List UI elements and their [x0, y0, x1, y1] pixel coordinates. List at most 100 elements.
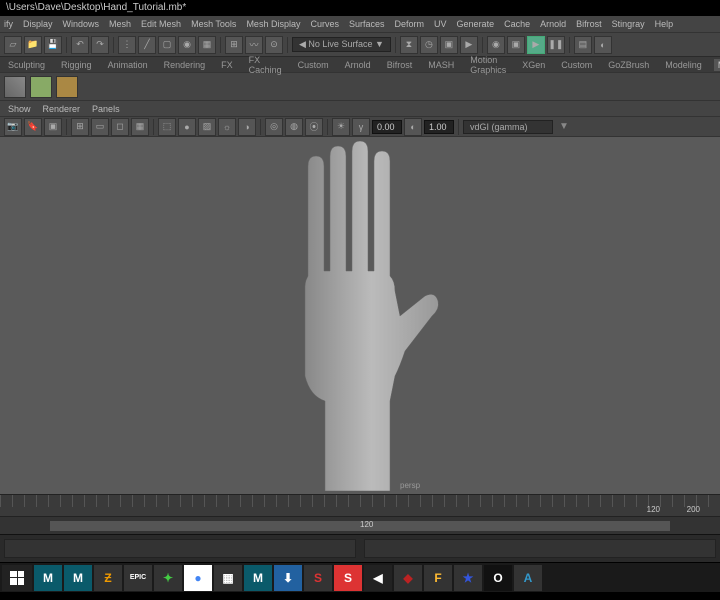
save-scene-icon[interactable]: 💾	[44, 36, 62, 54]
isolate-icon[interactable]: ◎	[265, 118, 283, 136]
shelf-tab-rigging[interactable]: Rigging	[57, 59, 96, 71]
menu-ify[interactable]: ify	[4, 19, 13, 29]
taskbar-app[interactable]: S	[304, 565, 332, 591]
shelf-tab-bifrost[interactable]: Bifrost	[383, 59, 417, 71]
render-icon[interactable]: ▶	[460, 36, 478, 54]
taskbar-app[interactable]: ●	[184, 565, 212, 591]
playback-left-panel[interactable]	[4, 539, 356, 558]
layout-icon[interactable]: ▤	[574, 36, 592, 54]
taskbar-app[interactable]: M	[244, 565, 272, 591]
xray-icon[interactable]: ◍	[285, 118, 303, 136]
pause-icon[interactable]: ❚❚	[547, 36, 565, 54]
lights-icon[interactable]: ☼	[218, 118, 236, 136]
gate-mask-icon[interactable]: ▦	[131, 118, 149, 136]
taskbar-app[interactable]: A	[514, 565, 542, 591]
select-face-icon[interactable]: ▢	[158, 36, 176, 54]
taskbar-app[interactable]: S	[334, 565, 362, 591]
render-view-icon[interactable]: ▶	[527, 36, 545, 54]
range-bar[interactable]: 120	[50, 521, 670, 531]
playback-right-panel[interactable]	[364, 539, 716, 558]
panel-menu-panels[interactable]: Panels	[92, 104, 120, 114]
menu-mesh-display[interactable]: Mesh Display	[246, 19, 300, 29]
taskbar-app[interactable]: M	[64, 565, 92, 591]
shelf-tab-fx caching[interactable]: FX Caching	[245, 54, 286, 76]
live-surface-dropdown[interactable]: ◀ No Live Surface ▼	[292, 37, 391, 52]
taskbar-app[interactable]: ✦	[154, 565, 182, 591]
ipr-icon[interactable]: ◉	[487, 36, 505, 54]
gamma-icon[interactable]: γ	[352, 118, 370, 136]
menu-mesh-tools[interactable]: Mesh Tools	[191, 19, 236, 29]
image-plane-icon[interactable]: ▣	[44, 118, 62, 136]
menu-mesh[interactable]: Mesh	[109, 19, 131, 29]
new-scene-icon[interactable]: ▱	[4, 36, 22, 54]
textured-icon[interactable]: ▨	[198, 118, 216, 136]
taskbar-app[interactable]: M	[34, 565, 62, 591]
shelf-tab-modeling[interactable]: Modeling	[661, 59, 706, 71]
select-edge-icon[interactable]: ╱	[138, 36, 156, 54]
taskbar-app[interactable]: F	[424, 565, 452, 591]
open-scene-icon[interactable]: 📁	[24, 36, 42, 54]
exposure-field[interactable]	[372, 120, 402, 134]
shelf-tab-animation[interactable]: Animation	[104, 59, 152, 71]
shelf-tab-arnold[interactable]: Arnold	[341, 59, 375, 71]
shelf-tab-fx[interactable]: FX	[217, 59, 237, 71]
range-slider[interactable]: 120	[0, 516, 720, 534]
grid-toggle-icon[interactable]: ⊞	[71, 118, 89, 136]
panel-menu-show[interactable]: Show	[8, 104, 31, 114]
gamma-field[interactable]	[424, 120, 454, 134]
menu-deform[interactable]: Deform	[395, 19, 425, 29]
hypershade-icon[interactable]: ◐	[594, 36, 612, 54]
shelf-tab-sculpting[interactable]: Sculpting	[4, 59, 49, 71]
shelf-tab-rendering[interactable]: Rendering	[160, 59, 210, 71]
snap-grid-icon[interactable]: ⊞	[225, 36, 243, 54]
menu-display[interactable]: Display	[23, 19, 53, 29]
taskbar-app[interactable]: EPIC	[124, 565, 152, 591]
symmetry-icon[interactable]: ⧗	[400, 36, 418, 54]
shelf-tab-custom[interactable]: Custom	[557, 59, 596, 71]
contrast-icon[interactable]: ◐	[404, 118, 422, 136]
menu-surfaces[interactable]: Surfaces	[349, 19, 385, 29]
menu-help[interactable]: Help	[655, 19, 674, 29]
perspective-viewport[interactable]: persp	[0, 136, 720, 494]
taskbar-app[interactable]: ★	[454, 565, 482, 591]
shelf-tool-icon[interactable]	[56, 76, 78, 98]
shelf-tool-icon[interactable]	[4, 76, 26, 98]
hand-model[interactable]	[260, 141, 460, 491]
panel-menu-renderer[interactable]: Renderer	[43, 104, 81, 114]
taskbar-app[interactable]: O	[484, 565, 512, 591]
taskbar-app[interactable]: Ƶ	[94, 565, 122, 591]
shelf-tab-custom[interactable]: Custom	[294, 59, 333, 71]
menu-bifrost[interactable]: Bifrost	[576, 19, 602, 29]
wireframe-icon[interactable]: ⬚	[158, 118, 176, 136]
exposure-icon[interactable]: ☀	[332, 118, 350, 136]
render-region-icon[interactable]: ▣	[507, 36, 525, 54]
snap-point-icon[interactable]: ⊙	[265, 36, 283, 54]
menu-generate[interactable]: Generate	[457, 19, 495, 29]
taskbar-app[interactable]: ◆	[394, 565, 422, 591]
film-gate-icon[interactable]: ▭	[91, 118, 109, 136]
shaded-icon[interactable]: ●	[178, 118, 196, 136]
taskbar-app[interactable]: ▦	[214, 565, 242, 591]
bookmark-icon[interactable]: 🔖	[24, 118, 42, 136]
redo-icon[interactable]: ↷	[91, 36, 109, 54]
menu-uv[interactable]: UV	[434, 19, 447, 29]
shelf-tab-xgen[interactable]: XGen	[518, 59, 549, 71]
select-object-icon[interactable]: ◉	[178, 36, 196, 54]
menu-edit-mesh[interactable]: Edit Mesh	[141, 19, 181, 29]
shadows-icon[interactable]: ◑	[238, 118, 256, 136]
select-uv-icon[interactable]: ▦	[198, 36, 216, 54]
menu-windows[interactable]: Windows	[63, 19, 100, 29]
menu-cache[interactable]: Cache	[504, 19, 530, 29]
taskbar-app[interactable]: ⬇	[274, 565, 302, 591]
select-vertex-icon[interactable]: ⋮	[118, 36, 136, 54]
time-slider[interactable]: 120 200	[0, 494, 720, 516]
menu-curves[interactable]: Curves	[310, 19, 339, 29]
menu-arnold[interactable]: Arnold	[540, 19, 566, 29]
camera-select-icon[interactable]: 📷	[4, 118, 22, 136]
snap-curve-icon[interactable]: 〰	[245, 36, 263, 54]
undo-icon[interactable]: ↶	[71, 36, 89, 54]
shelf-tab-gozbrush[interactable]: GoZBrush	[604, 59, 653, 71]
shelf-tool-icon[interactable]	[30, 76, 52, 98]
shelf-tab-modelingtools[interactable]: ModelingTools	[714, 59, 720, 71]
joint-xray-icon[interactable]: ⦿	[305, 118, 323, 136]
